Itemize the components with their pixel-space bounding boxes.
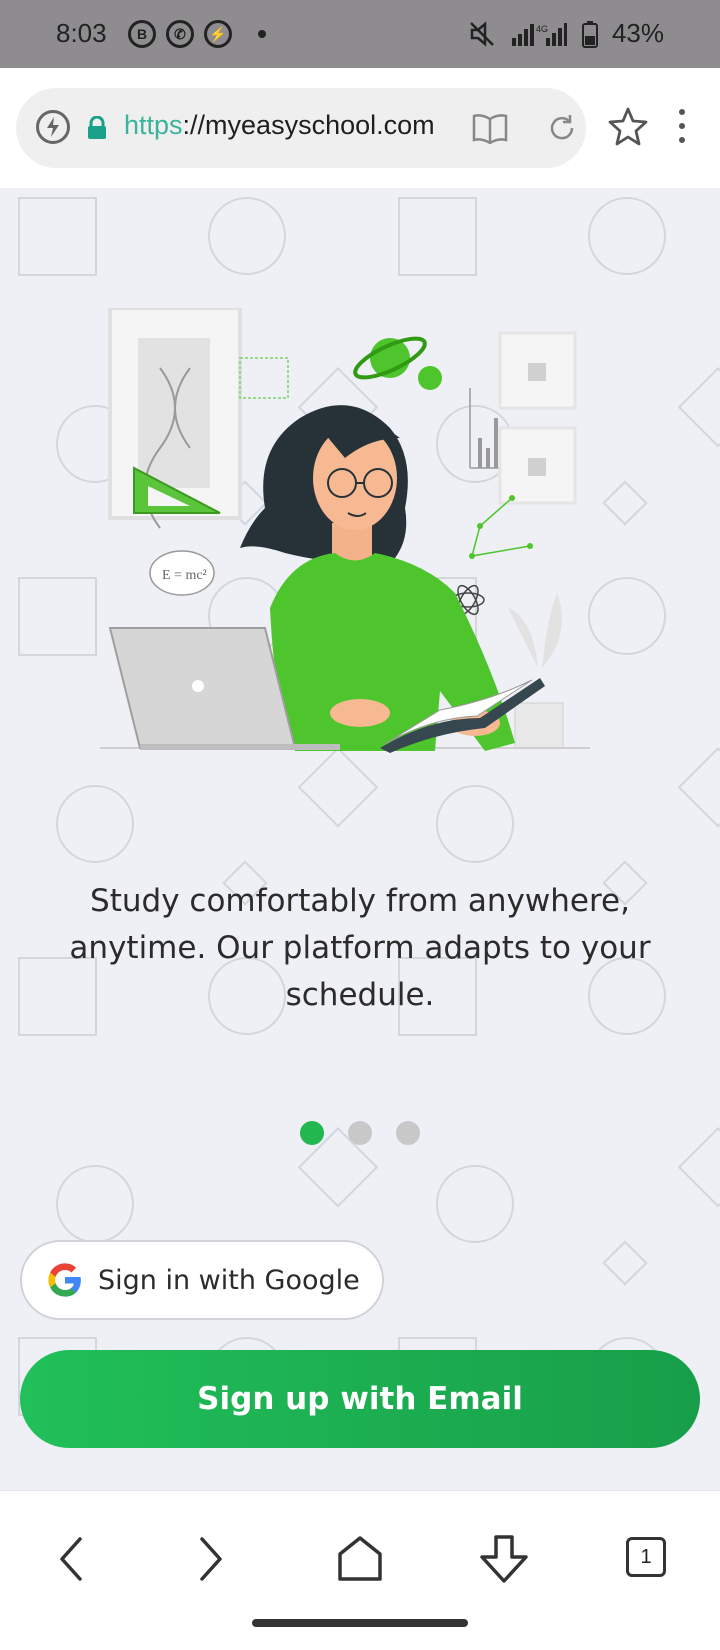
google-signin-label: Sign in with Google (98, 1264, 360, 1296)
home-icon[interactable] (330, 1529, 390, 1589)
browser-toolbar: https://myeasyschool.com (0, 68, 720, 188)
google-icon (48, 1263, 81, 1297)
svg-text:4G: 4G (536, 24, 548, 34)
status-bar: 8:03 B ✆ ⚡ 4G 43% (0, 0, 720, 68)
mute-icon (470, 20, 494, 47)
more-icon[interactable] (672, 106, 692, 146)
carousel-dot-3[interactable] (396, 1121, 420, 1145)
reader-mode-icon[interactable] (472, 112, 508, 144)
google-signin-button[interactable]: Sign in with Google (20, 1240, 384, 1320)
messenger-icon: ⚡ (204, 20, 232, 48)
status-time: 8:03 (56, 18, 107, 48)
address-bar[interactable]: https://myeasyschool.com (16, 88, 586, 168)
system-icons: 4G 43% (468, 18, 664, 49)
tab-count: 1 (626, 1537, 666, 1577)
carousel-dot-1[interactable] (300, 1121, 324, 1145)
download-icon[interactable] (474, 1529, 534, 1589)
carousel-indicator (300, 1121, 420, 1145)
gesture-home-indicator[interactable] (252, 1619, 468, 1627)
svg-text:E = mc²: E = mc² (162, 568, 207, 583)
url-scheme: https (124, 110, 183, 140)
url-domain: ://myeasyschool.com (182, 110, 435, 140)
onboarding-tagline: Study comfortably from anywhere, anytime… (69, 883, 651, 1013)
email-signup-label: Sign up with Email (197, 1381, 523, 1417)
b-icon: B (128, 20, 156, 48)
battery-percent: 43% (611, 18, 664, 48)
forward-icon[interactable] (180, 1529, 240, 1589)
bolt-icon[interactable] (36, 110, 70, 144)
reload-icon[interactable] (546, 112, 578, 144)
carousel-dot-2[interactable] (348, 1121, 372, 1145)
tabs-icon[interactable]: 1 (618, 1529, 678, 1589)
browser-bottom-nav: 1 (0, 1490, 720, 1650)
battery-icon (581, 20, 598, 48)
star-icon[interactable] (608, 106, 648, 146)
onboarding-screen: E = mc² Study comfortably from anywhere,… (0, 188, 720, 1490)
whatsapp-icon: ✆ (166, 20, 194, 48)
lock-icon (88, 116, 106, 139)
email-signup-button[interactable]: Sign up with Email (20, 1350, 700, 1448)
study-illustration: E = mc² (100, 308, 590, 753)
notification-icons: B ✆ ⚡ (128, 20, 266, 48)
more-notifications-dot (258, 30, 266, 38)
signal-icon: 4G (511, 22, 567, 46)
url-text[interactable]: https://myeasyschool.com (124, 110, 454, 141)
back-icon[interactable] (42, 1529, 102, 1589)
